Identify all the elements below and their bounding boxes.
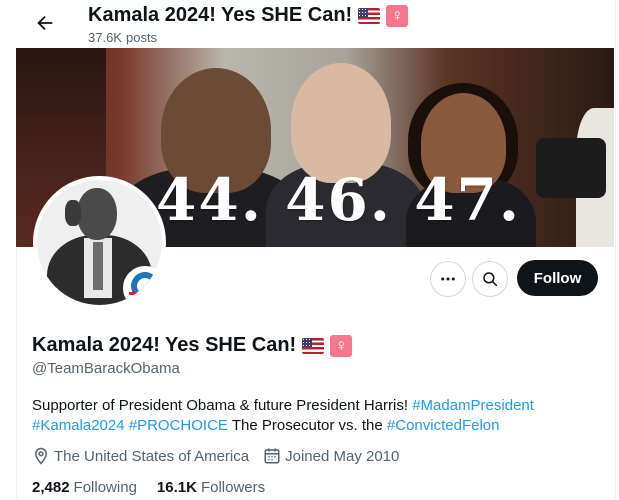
followers-count: 16.1K	[156, 479, 197, 496]
hashtag-link[interactable]: #Kamala2024	[32, 417, 125, 434]
back-arrow-icon[interactable]	[34, 12, 56, 34]
display-name: Kamala 2024! Yes SHE Can! ♀	[32, 334, 353, 357]
more-dots-icon	[441, 277, 455, 281]
header-post-count: 37.6K posts	[88, 30, 157, 45]
follow-button[interactable]: Follow	[517, 260, 598, 296]
us-flag-icon	[302, 337, 325, 354]
user-handle: @TeamBarackObama	[32, 360, 180, 377]
search-icon	[483, 272, 498, 287]
followers-label: Followers	[200, 479, 266, 496]
profile-bio: Supporter of President Obama & future Pr…	[32, 396, 572, 436]
us-flag-icon	[358, 7, 381, 24]
more-options-button[interactable]	[430, 261, 466, 297]
display-name-text: Kamala 2024! Yes SHE Can!	[32, 334, 297, 356]
location-item: The United States of America	[32, 447, 249, 465]
calendar-icon	[264, 448, 280, 464]
header-title-text: Kamala 2024! Yes SHE Can!	[88, 4, 353, 26]
following-label: Following	[73, 479, 137, 496]
posts-count: 37.6K	[88, 30, 122, 45]
hashtag-link[interactable]: #MadamPresident	[412, 397, 534, 414]
location-text: The United States of America	[54, 447, 250, 465]
banner-overlay-text: 44. 46. 47.	[156, 166, 522, 234]
avatar-hand	[65, 200, 81, 226]
banner-figure	[291, 63, 391, 183]
top-bar: Kamala 2024! Yes SHE Can! ♀ 37.6K posts	[16, 0, 614, 48]
profile-meta: The United States of America Joined May …	[32, 447, 413, 465]
followers-link[interactable]: 16.1K Followers	[157, 479, 265, 496]
avatar-head	[77, 188, 117, 240]
following-link[interactable]: 2,482 Following	[32, 479, 137, 496]
following-count: 2,482	[32, 479, 70, 496]
joined-text: Joined May 2010	[285, 447, 400, 465]
bio-text: Supporter of President Obama & future Pr…	[32, 397, 413, 414]
joined-item: Joined May 2010	[263, 447, 399, 465]
hashtag-link[interactable]: #PROCHOICE	[129, 417, 228, 434]
camera-icon	[536, 138, 606, 198]
posts-label: posts	[125, 30, 158, 45]
female-sign-icon: ♀	[330, 334, 353, 357]
hashtag-link[interactable]: #ConvictedFelon	[387, 417, 500, 434]
avatar-tie	[93, 242, 103, 290]
search-profile-button[interactable]	[472, 261, 508, 297]
obama-logo-icon	[123, 266, 162, 305]
header-title: Kamala 2024! Yes SHE Can! ♀	[88, 4, 409, 27]
female-sign-icon: ♀	[386, 4, 409, 27]
location-pin-icon	[34, 447, 48, 465]
follow-stats: 2,482 Following 16.1K Followers	[32, 479, 265, 496]
profile-avatar[interactable]	[33, 176, 166, 309]
bio-text: The Prosecutor vs. the	[227, 417, 387, 434]
